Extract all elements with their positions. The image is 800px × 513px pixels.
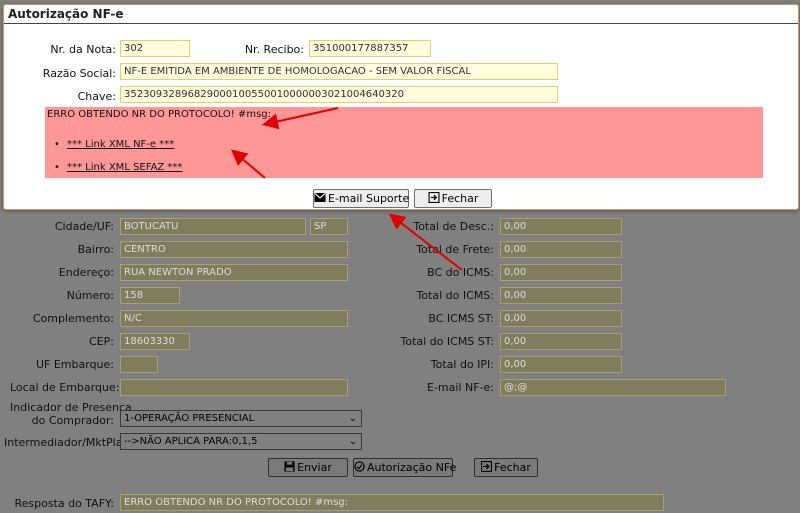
label-note-number: Nr. da Nota: [50,43,116,56]
dialog-close-button-label: Fechar [441,192,479,205]
presence-select[interactable]: 1-OPERAÇÃO PRESENCIAL ⌄ [120,410,362,427]
envelope-icon [314,193,326,202]
email-support-button[interactable]: E-mail Suporte [313,189,409,208]
total-icms-field[interactable]: 0,00 [500,287,622,304]
total-discount-field[interactable]: 0,00 [500,218,622,235]
bc-icms-field[interactable]: 0,00 [500,264,622,281]
label-address: Endereço: [58,266,114,279]
label-response: Resposta do TAFY: [14,497,114,510]
total-ipi-field[interactable]: 0,00 [500,356,622,373]
chevron-down-icon: ⌄ [348,413,357,424]
label-email-nfe: E-mail NF-e: [427,381,494,394]
save-icon [284,461,295,472]
intermediary-select-value: -->NÃO APLICA PARA:0,1,5 [124,436,258,447]
address-field[interactable]: RUA NEWTON PRADO [120,264,348,281]
label-number: Número: [66,289,114,302]
label-company: Razão Social: [42,67,116,80]
number-field[interactable]: 158 [120,287,180,304]
label-boarding-place: Local de Embarque: [10,381,120,394]
authorization-button[interactable]: Autorização NFe [353,458,457,477]
label-city: Cidade/UF: [54,220,114,233]
note-number-field[interactable]: 302 [120,40,190,57]
link-xml-sefaz-label[interactable]: *** Link XML SEFAZ *** [67,162,182,173]
chevron-down-icon: ⌄ [348,436,357,447]
total-icms-st-field[interactable]: 0,00 [500,333,622,350]
total-freight-field[interactable]: 0,00 [500,241,622,258]
label-total-icms: Total do ICMS: [416,289,495,302]
label-presence-1: Indicador de Presença [10,401,132,414]
authorization-dialog: Autorização NF-e Nr. da Nota: 302 Nr. Re… [3,4,799,210]
link-xml-nfe[interactable]: *** Link XML NF-e *** [54,139,174,150]
link-xml-sefaz[interactable]: *** Link XML SEFAZ *** [54,162,182,173]
cep-field[interactable]: 18603330 [120,333,190,350]
label-cep: CEP: [89,335,114,348]
authorization-button-label: Autorização NFe [367,461,457,474]
receipt-field[interactable]: 351000177887357 [309,40,431,57]
label-bc-icms: BC do ICMS: [427,266,494,279]
label-bc-icms-st: BC ICMS ST: [428,312,494,325]
check-circle-icon [354,461,365,472]
key-field[interactable]: 3523093289682900010055001000000302100464… [120,86,558,103]
dialog-title-bar: Autorização NF-e [4,5,798,24]
dialog-close-button[interactable]: Fechar [414,189,492,208]
dialog-title: Autorização NF-e [8,7,124,21]
close-button[interactable]: Fechar [474,458,538,477]
label-key: Chave: [77,90,116,103]
exit-icon [481,461,493,472]
neighborhood-field[interactable]: CENTRO [120,241,348,258]
boarding-place-field[interactable] [120,379,348,396]
error-panel: ERRO OBTENDO NR DO PROTOCOLO! #msg: *** … [45,107,763,178]
email-support-button-label: E-mail Suporte [328,192,410,205]
close-button-label: Fechar [494,461,531,474]
presence-select-value: 1-OPERAÇÃO PRESENCIAL [124,413,255,424]
response-field[interactable]: ERRO OBTENDO NR DO PROTOCOLO! #msg: [120,494,664,511]
send-button-label: Enviar [297,461,332,474]
intermediary-select[interactable]: -->NÃO APLICA PARA:0,1,5 ⌄ [120,433,362,450]
label-neighborhood: Bairro: [77,243,114,256]
label-receipt: Nr. Recibo: [244,43,304,56]
city-field[interactable]: BOTUCATU [120,218,306,235]
label-intermediary: Intermediador/MktPlace: [4,436,139,449]
bc-icms-st-field[interactable]: 0,00 [500,310,622,327]
label-uf-boarding: UF Embarque: [35,358,114,371]
error-message: ERRO OBTENDO NR DO PROTOCOLO! #msg: [47,109,272,120]
link-xml-nfe-label[interactable]: *** Link XML NF-e *** [67,139,174,150]
uf-field[interactable]: SP [310,218,348,235]
label-total-ipi: Total do IPI: [430,358,494,371]
label-total-icms-st: Total do ICMS ST: [400,335,495,348]
label-presence-2: do Comprador: [31,414,114,427]
label-total-discount: Total de Desc.: [413,220,494,233]
email-nfe-field[interactable]: @;@ [500,379,726,396]
uf-boarding-field[interactable] [120,356,158,373]
complement-field[interactable]: N/C [120,310,348,327]
company-field[interactable]: NF-E EMITIDA EM AMBIENTE DE HOMOLOGACAO … [120,63,558,80]
label-total-freight: Total de Frete: [416,243,494,256]
send-button[interactable]: Enviar [268,458,348,477]
exit-icon [428,192,440,203]
label-complement: Complemento: [32,312,114,325]
